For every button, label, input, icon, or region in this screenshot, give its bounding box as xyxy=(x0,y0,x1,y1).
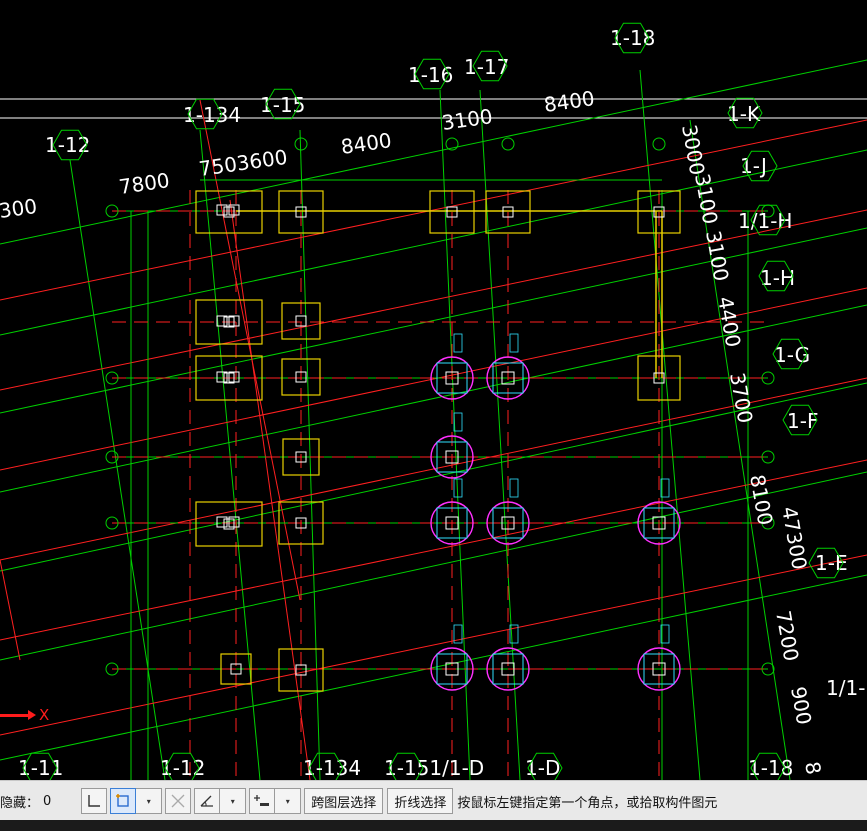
grid-line-slanted xyxy=(299,129,321,780)
ucs-x-axis-indicator: X xyxy=(0,706,49,724)
pile-tag xyxy=(509,478,519,498)
grid-label: 1-G xyxy=(774,343,810,367)
grid-label: 1/1-D xyxy=(826,676,867,700)
dimension-text: 4400 xyxy=(713,295,745,349)
status-bar: 隐藏： 0 ▾ ▾ ▾ 跨图层选择 折线选择 按鼠标左键指定第一个角点，或拾取构… xyxy=(0,780,867,821)
ucs-x-axis-arrow xyxy=(28,710,36,720)
cross-select-icon[interactable] xyxy=(165,788,192,814)
grid-line-slanted xyxy=(0,574,867,761)
dimension-text: 3700 xyxy=(725,371,757,425)
ortho-icon-glyph xyxy=(88,795,101,807)
grid-bubble xyxy=(501,137,515,151)
grid-label: 1-J xyxy=(740,154,767,178)
dimension-text: 8 xyxy=(800,760,826,777)
dimension-text: 47300 xyxy=(777,505,812,572)
ucs-x-axis-bar xyxy=(0,713,28,717)
cross-select-icon-glyph xyxy=(171,794,185,808)
dimension-text: 3100 xyxy=(701,229,733,283)
pile-tag xyxy=(453,333,463,353)
grid-line-slanted xyxy=(0,59,867,245)
angle-icon-glyph xyxy=(200,795,214,807)
grid-label: 1-151/1-D xyxy=(384,756,484,780)
cad-drawing-canvas[interactable]: 1-18 1-16 1-17 1-134 1-15 1-12 1-K 1-J 1/1-H 1-H 1… xyxy=(0,0,867,780)
pile-tag xyxy=(509,333,519,353)
grid-label: 1-18 xyxy=(748,756,793,780)
grid-line-slanted xyxy=(0,471,867,661)
grid-label: 1-D xyxy=(525,756,560,780)
taskbar xyxy=(0,820,867,831)
select-box-icon[interactable] xyxy=(110,788,137,814)
hidden-count-value: 0 xyxy=(43,793,52,809)
insert-point-icon-glyph xyxy=(254,795,270,806)
insert-point-icon[interactable] xyxy=(249,788,276,814)
dimension-text: 900 xyxy=(786,685,816,727)
dimension-text: 7200 xyxy=(771,609,803,663)
dimension-text: 7800 xyxy=(117,168,171,199)
hidden-count-label: 隐藏： xyxy=(0,795,40,811)
grid-label: 1-F xyxy=(787,409,818,433)
grid-line-slanted xyxy=(69,159,166,780)
dimension-text: 8400 xyxy=(339,128,393,159)
axis-line-red xyxy=(0,559,21,661)
axis-line-red xyxy=(0,554,867,736)
dimension-text: 300 xyxy=(0,194,39,223)
axis-line-red xyxy=(0,119,867,301)
axis-line-red xyxy=(229,199,311,780)
polyline-select-button[interactable]: 折线选择 xyxy=(387,788,454,814)
dimension-text: 3100 xyxy=(440,104,494,135)
ucs-x-axis-label: X xyxy=(39,706,50,724)
grid-bubble xyxy=(652,137,666,151)
dimension-text: 3100 xyxy=(690,172,722,226)
cross-layer-select-button[interactable]: 跨图层选择 xyxy=(304,788,384,814)
dimension-text: 8400 xyxy=(542,86,596,117)
select-box-dropdown-icon[interactable]: ▾ xyxy=(136,788,163,814)
command-prompt: 按鼠标左键指定第一个角点，或拾取构件图元 xyxy=(457,795,718,811)
ortho-icon[interactable] xyxy=(81,788,108,814)
dimension-text: 7503600 xyxy=(197,145,289,181)
grid-label: 1-16 xyxy=(408,63,453,87)
angle-icon[interactable] xyxy=(194,788,221,814)
cad-drawing[interactable]: 1-181-16 1-171-134 1-151-121-K1-J1/1-H1-H1… xyxy=(0,0,867,780)
grid-line-slanted xyxy=(439,89,471,780)
grid-label: 1-12 xyxy=(45,133,90,157)
angle-dropdown-icon[interactable]: ▾ xyxy=(220,788,247,814)
select-box-icon-glyph xyxy=(116,794,129,807)
dimension-text: 3000 xyxy=(677,123,709,177)
grid-label: 1-134 xyxy=(303,756,361,780)
insert-point-dropdown-icon[interactable]: ▾ xyxy=(275,788,302,814)
